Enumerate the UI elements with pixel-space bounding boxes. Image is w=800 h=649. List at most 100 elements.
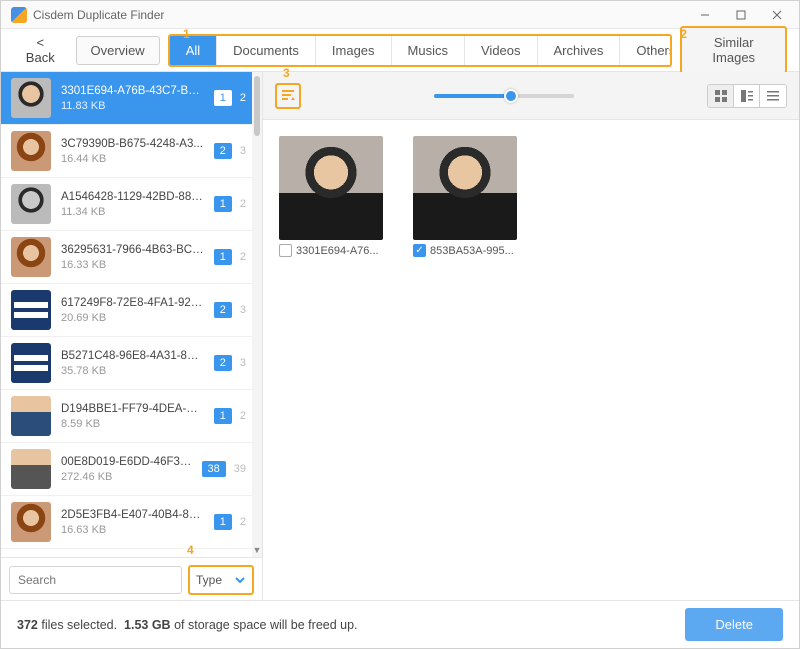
sort-button[interactable] — [275, 83, 301, 109]
list-item[interactable]: D194BBE1-FF79-4DEA-95... 8.59 KB 1 2 — [1, 390, 262, 443]
list-item[interactable]: A1546428-1129-42BD-889... 11.34 KB 1 2 — [1, 178, 262, 231]
item-size: 16.44 KB — [61, 153, 204, 165]
total-badge: 2 — [234, 249, 252, 265]
select-checkbox[interactable] — [413, 244, 426, 257]
total-badge: 2 — [234, 196, 252, 212]
list-item[interactable]: 2D5E3FB4-E407-40B4-815... 16.63 KB 1 2 — [1, 496, 262, 549]
total-badge: 3 — [234, 143, 252, 159]
thumbnail — [11, 290, 51, 330]
list-item[interactable]: 3301E694-A76B-43C7-B8... 11.83 KB 1 2 — [1, 72, 262, 125]
item-size: 16.63 KB — [61, 524, 204, 536]
count-badge: 1 — [214, 514, 232, 530]
statusbar: 372 files selected. 1.53 GB of storage s… — [1, 600, 799, 648]
total-badge: 3 — [234, 355, 252, 371]
item-name: 00E8D019-E6DD-46F3-9E... — [61, 456, 192, 468]
total-badge: 39 — [228, 461, 252, 477]
list-item[interactable]: 617249F8-72E8-4FA1-921... 20.69 KB 2 3 — [1, 284, 262, 337]
content-toolbar: 3 — [263, 72, 799, 120]
item-size: 8.59 KB — [61, 418, 204, 430]
main-area: 3301E694-A76B-43C7-B8... 11.83 KB 1 2 3C… — [1, 71, 799, 601]
scrollbar-thumb[interactable] — [254, 76, 260, 136]
duplicate-list[interactable]: 3301E694-A76B-43C7-B8... 11.83 KB 1 2 3C… — [1, 72, 262, 557]
item-name: 3301E694-A76B-43C7-B8... — [61, 85, 204, 97]
view-large-button[interactable] — [734, 85, 760, 107]
zoom-slider-wrap — [313, 94, 695, 98]
count-badge: 1 — [214, 249, 232, 265]
thumbnail — [11, 502, 51, 542]
count-badge: 1 — [214, 196, 232, 212]
slider-knob[interactable] — [504, 89, 518, 103]
item-name: A1546428-1129-42BD-889... — [61, 191, 204, 203]
count-badge: 2 — [214, 143, 232, 159]
tab-documents[interactable]: Documents — [217, 36, 316, 65]
view-grid-button[interactable] — [708, 85, 734, 107]
callout-2: 2 — [680, 27, 687, 41]
tab-archives[interactable]: Archives — [538, 36, 621, 65]
preview-grid: 3301E694-A76... 853BA53A-995... — [263, 120, 799, 601]
item-size: 11.83 KB — [61, 100, 204, 112]
list-item[interactable]: B5271C48-96E8-4A31-810... 35.78 KB 2 3 — [1, 337, 262, 390]
overview-button[interactable]: Overview — [76, 36, 160, 65]
callout-3: 3 — [283, 66, 290, 80]
select-checkbox[interactable] — [279, 244, 292, 257]
scrollbar[interactable]: ▲ ▼ — [252, 72, 262, 557]
tab-musics[interactable]: Musics — [392, 36, 465, 65]
thumbnail — [11, 78, 51, 118]
thumbnail — [11, 237, 51, 277]
thumbnail — [11, 396, 51, 436]
count-badge: 1 — [214, 408, 232, 424]
type-dropdown[interactable]: Type — [188, 565, 254, 595]
total-badge: 2 — [234, 408, 252, 424]
item-name: D194BBE1-FF79-4DEA-95... — [61, 403, 204, 415]
callout-1: 1 — [183, 27, 190, 41]
search-input[interactable] — [9, 566, 182, 594]
item-size: 11.34 KB — [61, 206, 204, 218]
list-item[interactable]: 3C79390B-B675-4248-A3... 16.44 KB 2 3 — [1, 125, 262, 178]
item-name: 617249F8-72E8-4FA1-921... — [61, 297, 204, 309]
sidebar-footer: Type — [1, 557, 262, 601]
thumbnail — [11, 131, 51, 171]
list-item[interactable]: 36295631-7966-4B63-BC9... 16.33 KB 1 2 — [1, 231, 262, 284]
item-size: 20.69 KB — [61, 312, 204, 324]
titlebar: Cisdem Duplicate Finder — [1, 1, 799, 29]
callout-4: 4 — [187, 543, 194, 557]
preview-image — [279, 136, 383, 240]
delete-button[interactable]: Delete — [685, 608, 783, 641]
status-text: 372 files selected. 1.53 GB of storage s… — [17, 618, 358, 632]
close-button[interactable] — [759, 1, 795, 28]
item-name: 36295631-7966-4B63-BC9... — [61, 244, 204, 256]
preview-label: 3301E694-A76... — [296, 245, 379, 257]
toolbar: < Back Overview 1 AllDocumentsImagesMusi… — [1, 29, 799, 71]
item-size: 16.33 KB — [61, 259, 204, 271]
similar-images-button[interactable]: Similar Images — [680, 26, 787, 74]
chevron-down-icon — [234, 574, 246, 586]
content-pane: 3 3301E694-A76... 853BA53A-995... — [263, 72, 799, 601]
count-badge: 1 — [214, 90, 232, 106]
zoom-slider[interactable] — [434, 94, 574, 98]
count-badge: 2 — [214, 302, 232, 318]
back-button[interactable]: < Back — [13, 31, 68, 69]
tab-others[interactable]: Others — [620, 36, 672, 65]
preview-card[interactable]: 853BA53A-995... — [413, 136, 523, 257]
minimize-button[interactable] — [687, 1, 723, 28]
sort-icon — [280, 88, 296, 104]
list-item[interactable]: 00E8D019-E6DD-46F3-9E... 272.46 KB 38 39 — [1, 443, 262, 496]
view-list-button[interactable] — [760, 85, 786, 107]
item-size: 35.78 KB — [61, 365, 204, 377]
total-badge: 3 — [234, 302, 252, 318]
count-badge: 2 — [214, 355, 232, 371]
tab-images[interactable]: Images — [316, 36, 392, 65]
item-name: 3C79390B-B675-4248-A3... — [61, 138, 204, 150]
view-toggle — [707, 84, 787, 108]
preview-card[interactable]: 3301E694-A76... — [279, 136, 389, 257]
tab-all[interactable]: All — [170, 36, 217, 65]
thumbnail — [11, 184, 51, 224]
total-badge: 2 — [234, 514, 252, 530]
maximize-button[interactable] — [723, 1, 759, 28]
item-size: 272.46 KB — [61, 471, 192, 483]
item-name: B5271C48-96E8-4A31-810... — [61, 350, 204, 362]
count-badge: 38 — [202, 461, 226, 477]
app-icon — [11, 7, 27, 23]
total-badge: 2 — [234, 90, 252, 106]
tab-videos[interactable]: Videos — [465, 36, 538, 65]
